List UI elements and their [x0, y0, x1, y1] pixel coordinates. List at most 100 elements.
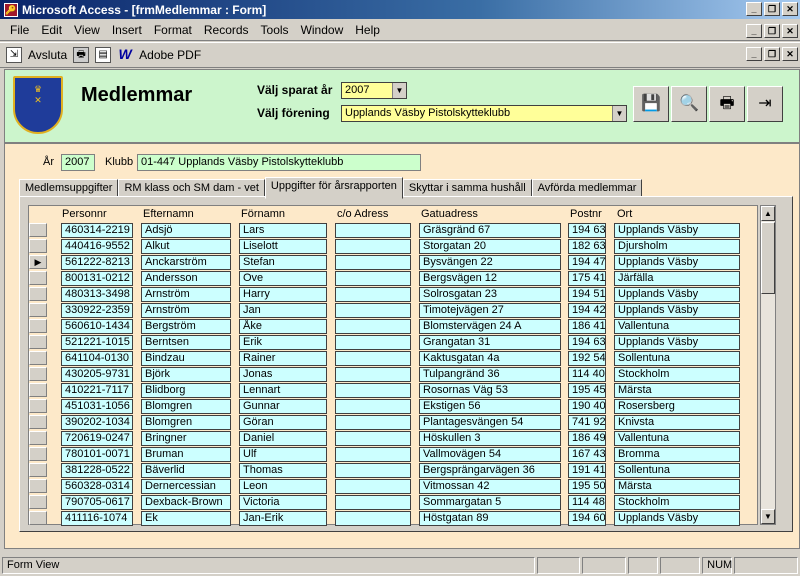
row-selector[interactable]: [29, 351, 47, 365]
close-button[interactable]: ✕: [782, 2, 798, 16]
cell-efternamn[interactable]: Arnström: [141, 287, 231, 302]
cell-personnr[interactable]: 411116-1074: [61, 511, 133, 526]
cell-ort[interactable]: Bromma: [614, 447, 740, 462]
menu-view[interactable]: View: [68, 23, 106, 37]
cell-co-adress[interactable]: [335, 287, 411, 302]
exit-icon[interactable]: ⇲: [6, 47, 22, 63]
cell-ort[interactable]: Upplands Väsby: [614, 335, 740, 350]
cell-personnr[interactable]: 720619-0247: [61, 431, 133, 446]
cell-co-adress[interactable]: [335, 447, 411, 462]
cell-ort[interactable]: Sollentuna: [614, 463, 740, 478]
cell-ort[interactable]: Knivsta: [614, 415, 740, 430]
cell-efternamn[interactable]: Bringner: [141, 431, 231, 446]
cell-co-adress[interactable]: [335, 223, 411, 238]
cell-gatuadress[interactable]: Ekstigen 56: [419, 399, 561, 414]
cell-efternamn[interactable]: Dexback-Brown: [141, 495, 231, 510]
cell-fornamn[interactable]: Jan-Erik: [239, 511, 327, 526]
cell-ort[interactable]: Stockholm: [614, 495, 740, 510]
cell-fornamn[interactable]: Jonas: [239, 367, 327, 382]
cell-ort[interactable]: Järfälla: [614, 271, 740, 286]
cell-ort[interactable]: Stockholm: [614, 367, 740, 382]
cell-postnr[interactable]: 191 41: [568, 463, 606, 478]
cell-gatuadress[interactable]: Plantagesvängen 54: [419, 415, 561, 430]
row-selector[interactable]: [29, 239, 47, 253]
cell-fornamn[interactable]: Ulf: [239, 447, 327, 462]
cell-postnr[interactable]: 114 48: [568, 495, 606, 510]
cell-gatuadress[interactable]: Kaktusgatan 4a: [419, 351, 561, 366]
cell-co-adress[interactable]: [335, 367, 411, 382]
cell-personnr[interactable]: 560610-1434: [61, 319, 133, 334]
pdf-label[interactable]: Adobe PDF: [139, 48, 201, 62]
cell-gatuadress[interactable]: Storgatan 20: [419, 239, 561, 254]
mdi-minimize-button[interactable]: _: [746, 24, 762, 38]
row-selector[interactable]: ▶: [29, 255, 47, 269]
cell-gatuadress[interactable]: Höstgatan 89: [419, 511, 561, 526]
row-selector[interactable]: [29, 447, 47, 461]
cell-postnr[interactable]: 194 47: [568, 255, 606, 270]
cell-postnr[interactable]: 114 40: [568, 367, 606, 382]
row-selector[interactable]: [29, 431, 47, 445]
cell-gatuadress[interactable]: Tulpangränd 36: [419, 367, 561, 382]
restore-button[interactable]: ❐: [764, 2, 780, 16]
cell-efternamn[interactable]: Andersson: [141, 271, 231, 286]
chevron-down-icon[interactable]: ▼: [392, 83, 406, 98]
cell-personnr[interactable]: 390202-1034: [61, 415, 133, 430]
cell-gatuadress[interactable]: Bysvängen 22: [419, 255, 561, 270]
row-selector[interactable]: [29, 399, 47, 413]
cell-efternamn[interactable]: Bergström: [141, 319, 231, 334]
cell-postnr[interactable]: 186 49: [568, 431, 606, 446]
cell-gatuadress[interactable]: Timotejvägen 27: [419, 303, 561, 318]
cell-efternamn[interactable]: Bäverlid: [141, 463, 231, 478]
row-selector[interactable]: [29, 383, 47, 397]
cell-postnr[interactable]: 195 45: [568, 383, 606, 398]
print-preview-button[interactable]: 🔍: [671, 86, 707, 122]
cell-co-adress[interactable]: [335, 495, 411, 510]
form-minimize-button[interactable]: _: [746, 47, 762, 61]
form-restore-button[interactable]: ❐: [764, 47, 780, 61]
row-selector[interactable]: [29, 303, 47, 317]
cell-gatuadress[interactable]: Vitmossan 42: [419, 479, 561, 494]
cell-gatuadress[interactable]: Gräsgränd 67: [419, 223, 561, 238]
menu-format[interactable]: Format: [148, 23, 198, 37]
cell-efternamn[interactable]: Dernercessian: [141, 479, 231, 494]
cell-postnr[interactable]: 194 42: [568, 303, 606, 318]
cell-personnr[interactable]: 780101-0071: [61, 447, 133, 462]
cell-postnr[interactable]: 175 41: [568, 271, 606, 286]
cell-postnr[interactable]: 194 51: [568, 287, 606, 302]
cell-co-adress[interactable]: [335, 463, 411, 478]
year-select[interactable]: 2007 ▼: [341, 82, 407, 99]
cell-co-adress[interactable]: [335, 351, 411, 366]
cell-personnr[interactable]: 440416-9552: [61, 239, 133, 254]
row-selector[interactable]: [29, 271, 47, 285]
cell-ort[interactable]: Vallentuna: [614, 319, 740, 334]
cell-ort[interactable]: Upplands Väsby: [614, 511, 740, 526]
cell-ort[interactable]: Upplands Väsby: [614, 223, 740, 238]
cell-co-adress[interactable]: [335, 255, 411, 270]
cell-ort[interactable]: Djursholm: [614, 239, 740, 254]
cell-fornamn[interactable]: Harry: [239, 287, 327, 302]
cell-fornamn[interactable]: Lennart: [239, 383, 327, 398]
cell-personnr[interactable]: 330922-2359: [61, 303, 133, 318]
cell-gatuadress[interactable]: Höskullen 3: [419, 431, 561, 446]
cell-fornamn[interactable]: Åke: [239, 319, 327, 334]
form-close-button[interactable]: ✕: [782, 47, 798, 61]
cell-efternamn[interactable]: Bindzau: [141, 351, 231, 366]
cell-co-adress[interactable]: [335, 431, 411, 446]
cell-fornamn[interactable]: Leon: [239, 479, 327, 494]
minimize-button[interactable]: _: [746, 2, 762, 16]
cell-personnr[interactable]: 480313-3498: [61, 287, 133, 302]
cell-ort[interactable]: Upplands Väsby: [614, 287, 740, 302]
cell-gatuadress[interactable]: Rosornas Väg 53: [419, 383, 561, 398]
cell-co-adress[interactable]: [335, 319, 411, 334]
scroll-up-icon[interactable]: ▲: [761, 206, 775, 221]
menu-help[interactable]: Help: [349, 23, 386, 37]
cell-efternamn[interactable]: Blomgren: [141, 415, 231, 430]
cell-efternamn[interactable]: Bruman: [141, 447, 231, 462]
cell-postnr[interactable]: 192 54: [568, 351, 606, 366]
cell-postnr[interactable]: 194 60: [568, 511, 606, 526]
cell-co-adress[interactable]: [335, 335, 411, 350]
cell-postnr[interactable]: 167 43: [568, 447, 606, 462]
cell-personnr[interactable]: 460314-2219: [61, 223, 133, 238]
cell-ort[interactable]: Märsta: [614, 479, 740, 494]
cell-gatuadress[interactable]: Grangatan 31: [419, 335, 561, 350]
